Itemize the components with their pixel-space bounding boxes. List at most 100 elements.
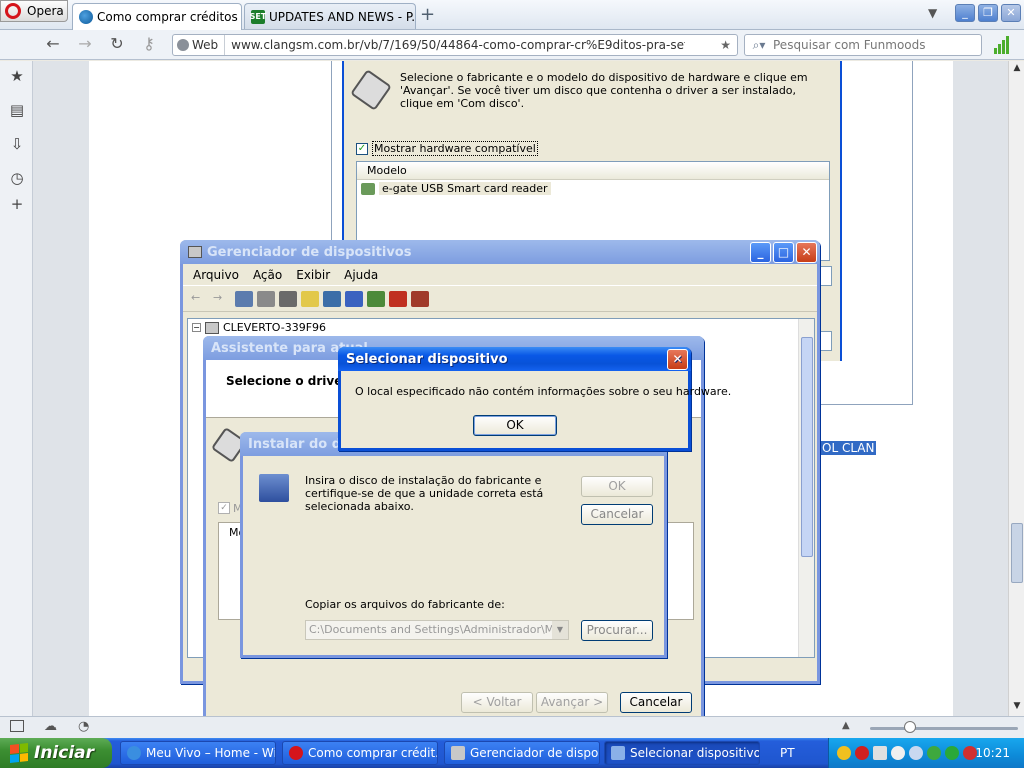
properties-icon[interactable] [257,290,275,307]
select-device-close-button[interactable]: ✕ [667,348,688,370]
network-icon[interactable] [873,746,887,760]
zoom-slider[interactable] [870,727,1018,730]
browser-status-bar: ☁ ◔ ▲ [0,716,1024,738]
install-disk-dialog: Instalar do disco Insira o disco de inst… [240,432,667,658]
volume-icon[interactable] [891,746,905,760]
wizard-cancel-button[interactable]: Cancelar [620,692,692,713]
address-bar[interactable]: Web www.clangsm.com.br/vb/7/169/50/44864… [172,34,738,56]
print-icon[interactable] [279,290,297,307]
disable-device-icon[interactable] [411,290,429,307]
tools-icon[interactable] [909,746,923,760]
panel-toggle-icon[interactable] [10,720,24,732]
help-icon[interactable] [301,290,319,307]
task-label: Meu Vivo – Home - Wi... [146,746,276,760]
tab-label: UPDATES AND NEWS - P... [269,9,416,24]
select-device-titlebar[interactable]: Selecionar dispositivo ✕ [338,347,691,371]
quote-compatible-checkbox: ✓ Mostrar hardware compatível [356,141,538,156]
tree-root-node[interactable]: − CLEVERTO-339F96 [188,319,814,336]
address-scheme[interactable]: Web [173,35,226,55]
forward-arrow-icon[interactable]: → [74,35,96,55]
windows-flag-icon [10,743,28,763]
tab-list-chevron-down-icon[interactable]: ▼ [928,6,937,20]
browse-button[interactable]: Procurar... [581,620,653,641]
cloud-icon[interactable]: ☁ [44,719,57,734]
reload-icon[interactable]: ↻ [106,35,128,55]
menu-acao[interactable]: Ação [253,268,282,282]
url-text[interactable]: www.clangsm.com.br/vb/7/169/50/44864-com… [225,38,685,52]
wizard-next-button[interactable]: Avançar > [536,692,608,713]
view-icon[interactable] [323,290,341,307]
search-placeholder: Pesquisar com Funmoods [773,38,926,52]
window-minimize-button[interactable]: _ [955,4,975,22]
set-favicon-icon: SET [250,9,266,24]
select-device-ok-button[interactable]: OK [473,415,557,436]
language-indicator[interactable]: PT [780,746,795,760]
update-icon[interactable] [945,746,959,760]
page-scrollbar[interactable]: ▲ ▼ [1008,61,1024,716]
update-driver-icon[interactable] [367,290,385,307]
notes-icon[interactable]: ▤ [8,101,26,119]
task-selecionar-dispositivo[interactable]: Selecionar dispositivo [604,741,760,765]
select-device-dialog: Selecionar dispositivo ✕ O local especif… [338,347,731,451]
dm-close-button[interactable]: ✕ [796,241,817,263]
globe-icon [177,39,189,51]
browser-nav-bar: ← → ↻ ⚷ Web www.clangsm.com.br/vb/7/169/… [0,30,1024,60]
task-label: Selecionar dispositivo [630,746,760,760]
dm-minimize-button[interactable]: _ [750,241,771,263]
new-tab-button[interactable]: + [420,4,435,25]
opera-menu-label: Opera [27,4,64,18]
bookmarks-star-icon[interactable]: ★ [8,67,26,85]
scan-hardware-icon[interactable] [345,290,363,307]
opera-icon [289,746,303,760]
tree-scrollbar[interactable] [798,319,814,657]
install-cancel-button[interactable]: Cancelar [581,504,653,525]
search-engine-icon[interactable]: ⌕▾ [745,38,773,53]
task-como-comprar[interactable]: Como comprar crédit... [282,741,438,765]
utorrent-icon[interactable] [927,746,941,760]
window-restore-button[interactable]: ❐ [978,4,998,22]
zoom-up-icon[interactable]: ▲ [842,720,850,731]
device-manager-titlebar[interactable]: Gerenciador de dispositivos _ □ ✕ [180,240,820,264]
path-value: C:\Documents and Settings\Administrador\… [309,623,569,636]
back-arrow-icon[interactable]: ← [42,35,64,55]
tab-updates-news[interactable]: SET UPDATES AND NEWS - P... ✕ [244,3,416,29]
install-ok-button[interactable]: OK [581,476,653,497]
menu-exibir[interactable]: Exibir [296,268,330,282]
menu-arquivo[interactable]: Arquivo [193,268,239,282]
taskbar-clock: 10:21 [975,746,1010,760]
computer-icon [188,246,202,258]
forward-arrow-icon[interactable]: → [213,291,231,307]
zoom-slider-handle[interactable] [904,721,916,733]
antivirus-icon[interactable] [855,746,869,760]
security-shield-icon[interactable] [837,746,851,760]
opera-menu-button[interactable]: Opera [0,0,68,22]
bookmark-star-icon[interactable]: ★ [720,38,737,52]
start-button[interactable]: Iniciar [0,738,112,768]
task-gerenciador[interactable]: Gerenciador de dispo... [444,741,600,765]
search-field[interactable]: ⌕▾ Pesquisar com Funmoods [744,34,982,56]
path-combobox[interactable]: C:\Documents and Settings\Administrador\… [305,620,569,640]
scroll-down-icon[interactable]: ▼ [1011,701,1023,711]
scroll-up-icon[interactable]: ▲ [1011,63,1023,73]
back-arrow-icon[interactable]: ← [191,291,209,307]
add-panel-icon[interactable]: + [8,195,26,213]
key-icon[interactable]: ⚷ [138,35,160,55]
chevron-down-icon[interactable]: ▼ [552,621,568,639]
dm-toolbar: ← → [183,286,817,312]
wizard-back-button[interactable]: < Voltar [461,692,533,713]
copy-from-label: Copiar os arquivos do fabricante de: [305,598,505,611]
scheme-label: Web [192,38,219,52]
windows-taskbar: Iniciar Meu Vivo – Home - Wi... Como com… [0,738,1024,768]
window-close-button[interactable]: ✕ [1001,4,1021,22]
task-meu-vivo[interactable]: Meu Vivo – Home - Wi... [120,741,276,765]
history-clock-icon[interactable]: ◷ [8,169,26,187]
scroll-thumb[interactable] [1011,523,1023,583]
downloads-icon[interactable]: ⇩ [8,135,26,153]
console-tree-icon[interactable] [235,290,253,307]
uninstall-icon[interactable] [389,290,407,307]
speed-dial-icon[interactable]: ◔ [78,719,89,734]
tab-como-comprar[interactable]: Como comprar créditos p... ✕ [72,3,242,30]
dm-menu-bar: Arquivo Ação Exibir Ajuda [183,264,817,286]
dm-maximize-button[interactable]: □ [773,241,794,263]
menu-ajuda[interactable]: Ajuda [344,268,378,282]
